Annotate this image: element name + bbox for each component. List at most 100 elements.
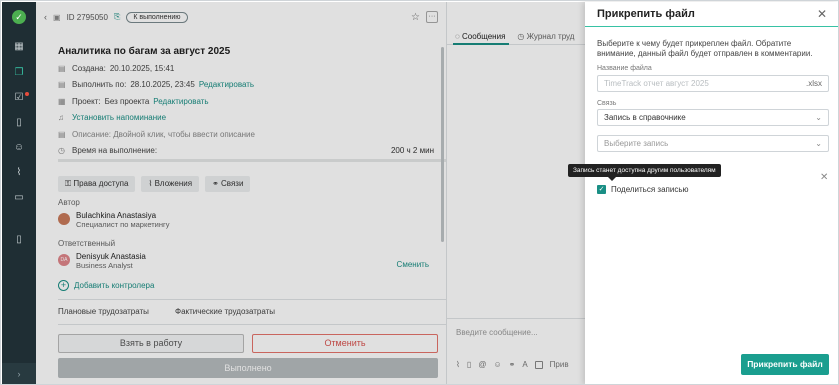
planned-effort-label: Плановые трудозатраты <box>58 307 149 316</box>
edit-project-link[interactable]: Редактировать <box>153 97 208 106</box>
status-badge[interactable]: К выполнению <box>126 11 188 23</box>
responsible-label: Ответственный <box>58 239 116 248</box>
clock-icon: ◷ <box>517 32 527 41</box>
divider <box>58 324 470 325</box>
link-icon[interactable]: ⚭ <box>509 360 516 369</box>
share-record-row[interactable]: ✓ Поделиться записью <box>597 185 688 194</box>
chevron-down-icon: ⌄ <box>815 139 822 148</box>
filename-placeholder: TimeTrack отчет август 2025 <box>604 79 709 88</box>
record-select-placeholder: Выберите запись <box>604 139 669 148</box>
add-controller-label: Добавить контролера <box>74 281 155 290</box>
tab-links[interactable]: ⚭ Связи <box>205 176 251 192</box>
link-label: Связь <box>597 100 617 107</box>
tab-links-label: Связи <box>221 179 244 188</box>
copy-icon[interactable]: ⎘ <box>114 12 120 22</box>
composer-separator <box>447 318 586 319</box>
link-select[interactable]: Запись в справочнике ⌄ <box>597 109 829 126</box>
tab-attachments[interactable]: ⌇ Вложения <box>141 176 200 192</box>
paperclip-icon[interactable]: ⌇ <box>456 360 460 369</box>
task-icon[interactable]: ☑ <box>12 91 26 105</box>
project-row: ▦ Проект: Без проекта Редактировать <box>58 97 209 106</box>
notification-dot <box>25 92 29 96</box>
project-label: Проект: <box>72 97 101 106</box>
star-icon[interactable]: ☆ <box>411 12 420 23</box>
emoji-icon[interactable]: ☺ <box>493 360 501 369</box>
chart-icon[interactable]: ⌇ <box>12 166 26 180</box>
file-extension: .xlsx <box>806 79 822 88</box>
chevron-down-icon: ⌄ <box>815 113 822 122</box>
description-row[interactable]: ▤ Описание: Двойной клик, чтобы ввести о… <box>58 130 255 139</box>
private-checkbox[interactable] <box>534 360 543 369</box>
due-row: ▤ Выполнить по: 28.10.2025, 23:45 Редакт… <box>58 80 254 89</box>
responsible-role: Business Analyst <box>76 261 133 270</box>
author-role: Специалист по маркетингу <box>76 220 170 229</box>
description-text[interactable]: Описание: Двойной клик, чтобы ввести опи… <box>72 130 255 139</box>
author-label: Автор <box>58 198 80 207</box>
responsible-person[interactable]: DA Denisyuk Anastasia Business Analyst <box>58 252 146 270</box>
share-label: Поделиться записью <box>611 185 689 194</box>
avatar: DA <box>58 254 70 266</box>
cancel-button[interactable]: Отменить <box>252 334 438 353</box>
layers-icon[interactable]: ❐ <box>12 66 26 80</box>
messages-panel: ◌ Сообщения ◷ Журнал труд Введите сообще… <box>446 2 586 384</box>
at-icon[interactable]: @ <box>478 360 486 369</box>
more-icon[interactable]: ··· <box>426 11 438 23</box>
file-icon[interactable]: ▯ <box>467 360 471 369</box>
task-subtabs: ⚿ Права доступа ⌇ Вложения ⚭ Связи <box>58 176 251 192</box>
actual-effort-label: Фактические трудозатраты <box>175 307 276 316</box>
check-circle-icon[interactable]: ✓ <box>12 10 26 24</box>
grid-icon[interactable]: ▦ <box>12 40 26 54</box>
clock-icon: ◷ <box>58 146 65 155</box>
tab-journal[interactable]: ◷ Журнал труд <box>517 32 574 41</box>
close-icon[interactable]: ✕ <box>820 172 828 183</box>
set-reminder-link[interactable]: Установить напоминание <box>72 113 166 122</box>
tab-messages[interactable]: ◌ Сообщения <box>455 32 505 41</box>
active-tab-indicator <box>453 43 509 45</box>
modal-header-divider <box>585 26 838 27</box>
due-label: Выполнить по: <box>72 80 127 89</box>
folder-icon[interactable]: ▭ <box>12 191 26 205</box>
left-rail: ✓ ▦ ❐ ☑ ▯ ☺ ⌇ ▭ ▯ › <box>2 2 36 384</box>
close-icon[interactable]: ✕ <box>817 7 827 21</box>
done-button[interactable]: Выполнено <box>58 358 438 378</box>
link-select-value: Запись в справочнике <box>604 113 686 122</box>
edit-due-link[interactable]: Редактировать <box>199 80 254 89</box>
share-checkbox[interactable]: ✓ <box>597 185 606 194</box>
share-tooltip: Запись станет доступна другим пользовате… <box>568 164 721 181</box>
attach-file-button[interactable]: Прикрепить файл <box>741 354 829 375</box>
project-value: Без проекта <box>104 97 150 106</box>
project-icon: ▦ <box>58 97 66 106</box>
tab-messages-label: Сообщения <box>461 32 506 41</box>
document-icon: ▤ <box>58 130 66 139</box>
task-title: Аналитика по багам за август 2025 <box>58 46 231 57</box>
responsible-name: Denisyuk Anastasia <box>76 252 146 261</box>
chat-icon: ◌ <box>455 32 462 41</box>
tab-access-rights[interactable]: ⚿ Права доступа <box>58 176 136 192</box>
bell-icon: ♫ <box>58 113 64 122</box>
mobile-icon[interactable]: ▯ <box>12 233 26 247</box>
calendar-icon: ▤ <box>58 64 66 73</box>
created-value: 20.10.2025, 15:41 <box>109 64 175 73</box>
change-responsible-link[interactable]: Сменить <box>397 260 429 269</box>
reminder-row[interactable]: ♫ Установить напоминание <box>58 113 166 122</box>
task-id: ID 2795050 <box>66 12 108 22</box>
avatar <box>58 213 70 225</box>
record-select[interactable]: Выберите запись ⌄ <box>597 135 829 152</box>
message-input[interactable]: Введите сообщение... <box>456 328 538 337</box>
tab-access-rights-label: Права доступа <box>73 179 129 188</box>
task-header: ‹ ▣ ID 2795050 ⎘ К выполнению ☆ ··· <box>44 10 438 24</box>
task-panel: ‹ ▣ ID 2795050 ⎘ К выполнению ☆ ··· Анал… <box>36 2 470 384</box>
back-chevron-icon[interactable]: ‹ <box>44 12 47 22</box>
document-icon[interactable]: ▯ <box>12 116 26 130</box>
collapse-rail-button[interactable]: › <box>2 363 36 384</box>
time-row: ◷ Время на выполнение: <box>58 146 157 155</box>
users-icon[interactable]: ☺ <box>12 141 26 155</box>
task-type-icon: ▣ <box>53 12 61 22</box>
modal-description: Выберите к чему будет прикреплен файл. О… <box>597 39 813 58</box>
scrollbar[interactable] <box>441 47 444 242</box>
text-format-icon[interactable]: A <box>522 360 527 369</box>
add-controller-button[interactable]: + Добавить контролера <box>58 280 154 291</box>
author-person[interactable]: Bulachkina Anastasiya Специалист по марк… <box>58 211 170 229</box>
filename-input[interactable]: TimeTrack отчет август 2025 .xlsx <box>597 75 829 92</box>
take-to-work-button[interactable]: Взять в работу <box>58 334 244 353</box>
